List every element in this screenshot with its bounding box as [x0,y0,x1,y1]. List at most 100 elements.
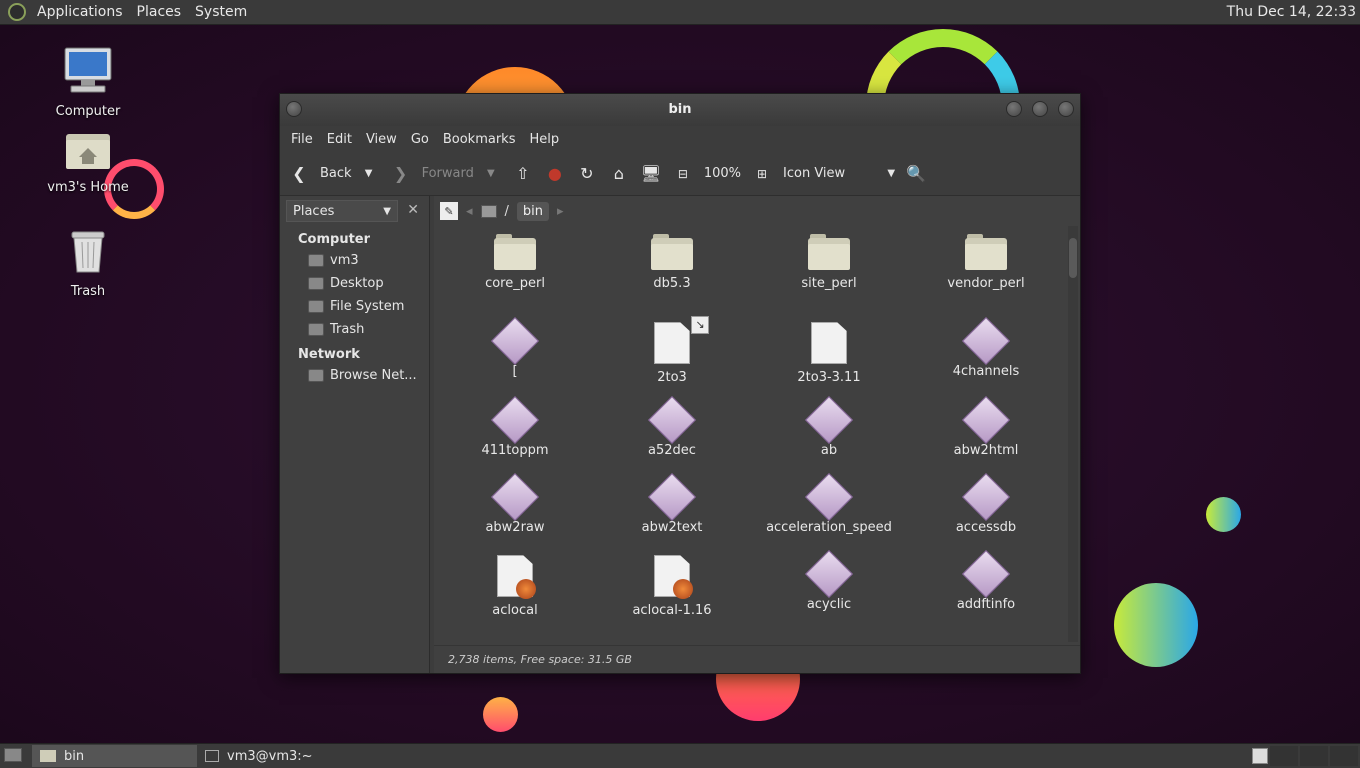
sidebar-section-network[interactable]: Network [280,341,429,364]
file-item[interactable]: [ [440,316,590,379]
menu-help[interactable]: Help [522,132,566,147]
sidebar-section-computer[interactable]: Computer [280,226,429,249]
stop-button[interactable]: ● [544,163,566,185]
places-select[interactable]: Places ▼ [286,200,398,222]
forward-button[interactable]: ❯ Forward ▼ [390,163,502,185]
workspace-3[interactable] [1300,746,1328,766]
file-item-label: vendor_perl [947,276,1025,291]
decor-tiny-ball [483,697,518,732]
menu-bookmarks[interactable]: Bookmarks [436,132,523,147]
file-item[interactable]: vendor_perl [911,234,1061,291]
close-sidebar-icon[interactable]: ✕ [407,202,419,218]
distro-logo-icon[interactable] [8,3,26,21]
executable-icon [804,472,854,522]
file-item[interactable]: 411toppm [440,395,590,458]
executable-icon [647,472,697,522]
zoom-in-button[interactable]: ⊞ [751,163,773,185]
path-scroll-left-icon[interactable]: ◂ [466,204,473,219]
vertical-scrollbar[interactable] [1068,226,1078,642]
file-item[interactable]: 4channels [911,316,1061,379]
window-titlebar[interactable]: bin [280,94,1080,126]
menu-file[interactable]: File [284,132,320,147]
file-item[interactable]: acceleration_speed [754,472,904,535]
trash-icon [71,231,105,273]
menu-system[interactable]: System [188,4,254,20]
file-item[interactable]: addftinfo [911,549,1061,612]
file-item[interactable]: a52dec [597,395,747,458]
computer-icon: 🖥 [640,164,661,183]
search-button[interactable]: 🔍 [905,163,927,185]
file-item[interactable]: abw2text [597,472,747,535]
file-item[interactable]: aclocal-1.16 [597,555,747,618]
file-item[interactable]: ↘ 2to3 [597,316,747,385]
decor-big-ball [1114,583,1198,667]
top-panel: Applications Places System Thu Dec 14, 2… [0,0,1360,25]
menu-places[interactable]: Places [130,4,189,20]
show-desktop-icon[interactable] [4,748,22,762]
menu-view[interactable]: View [359,132,404,147]
view-mode-select[interactable]: Icon View ▼ [783,166,895,181]
file-item[interactable]: core_perl [440,234,590,291]
workspace-2[interactable] [1270,746,1298,766]
file-item[interactable]: 2to3-3.11 [754,322,904,385]
home-button[interactable]: ⌂ [608,163,630,185]
window-menu-button[interactable] [286,101,302,117]
minimize-button[interactable] [1006,101,1022,117]
file-item[interactable]: ab [754,395,904,458]
up-button[interactable]: ⇧ [512,163,534,185]
sidebar-item-desktop[interactable]: Desktop [280,272,429,295]
search-icon: 🔍 [906,164,926,183]
path-crumb-current[interactable]: bin [516,201,550,221]
file-item[interactable]: site_perl [754,234,904,291]
maximize-button[interactable] [1032,101,1048,117]
file-item-label: site_perl [801,276,857,291]
executable-icon [490,395,540,445]
workspace-4[interactable] [1330,746,1358,766]
file-item[interactable]: aclocal [440,555,590,618]
reload-button[interactable]: ↻ [576,163,598,185]
taskbar-item-bin[interactable]: bin [32,745,197,767]
taskbar-item-terminal[interactable]: vm3@vm3:~ [197,745,321,767]
zoom-in-icon: ⊞ [756,166,768,181]
file-item-label: addftinfo [956,597,1016,612]
chevron-down-icon: ▼ [383,205,391,217]
menu-applications[interactable]: Applications [30,4,130,20]
task-label: bin [64,748,85,764]
file-item-label: [ [512,364,518,379]
sidebar: Places ▼ ✕ Computer vm3 Desktop File Sys… [280,196,430,673]
file-item[interactable]: acyclic [754,549,904,612]
chevron-down-icon: ▼ [887,168,896,179]
file-item[interactable]: abw2html [911,395,1061,458]
chevron-down-icon[interactable]: ▼ [480,163,502,185]
file-item[interactable]: accessdb [911,472,1061,535]
file-item-label: acyclic [806,597,852,612]
menu-edit[interactable]: Edit [320,132,359,147]
clock[interactable]: Thu Dec 14, 22:33 [1227,4,1356,20]
root-drive-icon[interactable] [480,204,497,218]
edit-location-icon[interactable]: ✎ [440,202,458,220]
sidebar-item-label: vm3 [330,253,359,268]
desktop-icon-home[interactable]: vm3's Home [38,130,138,195]
desktop-icon-label: vm3's Home [47,180,129,195]
scrollbar-thumb[interactable] [1069,238,1077,278]
sidebar-item-vm3[interactable]: vm3 [280,249,429,272]
zoom-out-button[interactable]: ⊟ [672,163,694,185]
back-button[interactable]: ❮ Back ▼ [288,163,380,185]
file-item[interactable]: abw2raw [440,472,590,535]
sidebar-item-browse-network[interactable]: Browse Net... [280,364,429,387]
workspace-switcher[interactable] [1252,748,1268,764]
back-label: Back [320,166,352,181]
folder-icon [965,234,1007,270]
desktop-icon-computer[interactable]: Computer [38,46,138,119]
zoom-level[interactable]: 100% [704,166,741,181]
menu-go[interactable]: Go [404,132,436,147]
desktop-icon-trash[interactable]: Trash [38,228,138,299]
path-scroll-right-icon[interactable]: ▸ [557,204,564,219]
sidebar-item-trash[interactable]: Trash [280,318,429,341]
sidebar-item-file-system[interactable]: File System [280,295,429,318]
computer-button[interactable]: 🖥 [640,163,662,185]
close-button[interactable] [1058,101,1074,117]
file-item[interactable]: db5.3 [597,234,747,291]
chevron-down-icon[interactable]: ▼ [358,163,380,185]
bottom-panel: bin vm3@vm3:~ [0,743,1360,768]
